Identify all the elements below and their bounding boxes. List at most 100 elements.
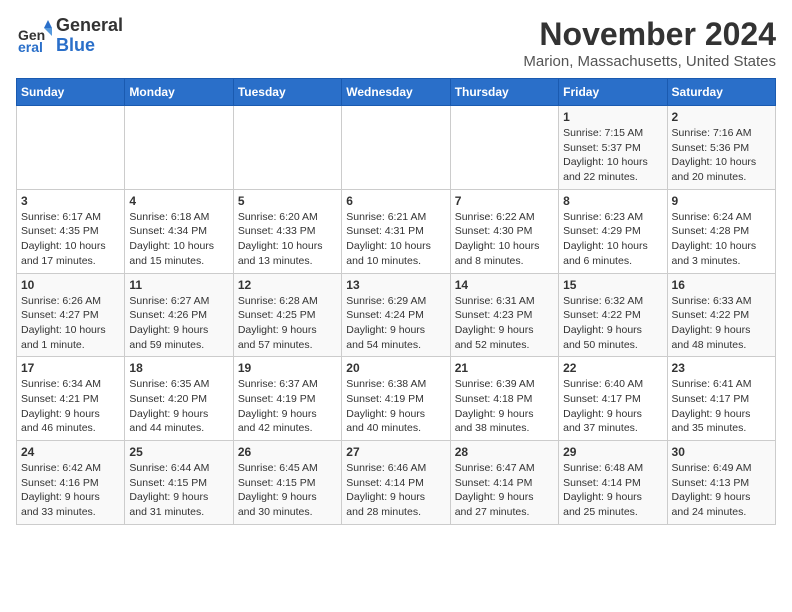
day-info: Sunrise: 6:29 AM Sunset: 4:24 PM Dayligh… [346,294,445,353]
logo: Gen eral General Blue [16,16,123,56]
day-info: Sunrise: 6:47 AM Sunset: 4:14 PM Dayligh… [455,461,554,520]
day-cell: 19Sunrise: 6:37 AM Sunset: 4:19 PM Dayli… [233,357,341,441]
month-year: November 2024 [523,16,776,53]
day-cell: 22Sunrise: 6:40 AM Sunset: 4:17 PM Dayli… [559,357,667,441]
day-cell: 7 Sunrise: 6:22 AM Sunset: 4:30 PM Daylig… [450,189,558,273]
day-number: 1 [563,110,662,124]
day-cell: 10Sunrise: 6:26 AM Sunset: 4:27 PM Dayli… [17,273,125,357]
day-number: 9 [672,194,771,208]
day-number: 15 [563,278,662,292]
day-cell: 16 Sunrise: 6:33 AM Sunset: 4:22 PM Dayli… [667,273,775,357]
day-number: 27 [346,445,445,459]
day-cell: 2 Sunrise: 7:16 AM Sunset: 5:36 PM Daylig… [667,106,775,190]
day-info: Sunrise: 6:37 AM Sunset: 4:19 PM Dayligh… [238,377,337,436]
day-info: Sunrise: 6:33 AM Sunset: 4:22 PM Dayligh… [672,294,771,353]
day-cell: 8 Sunrise: 6:23 AM Sunset: 4:29 PM Daylig… [559,189,667,273]
day-cell [342,106,450,190]
day-cell: 9 Sunrise: 6:24 AM Sunset: 4:28 PM Daylig… [667,189,775,273]
day-info: Sunrise: 6:17 AM Sunset: 4:35 PM Dayligh… [21,210,120,269]
day-info: Sunrise: 6:44 AM Sunset: 4:15 PM Dayligh… [129,461,228,520]
day-cell: 6 Sunrise: 6:21 AM Sunset: 4:31 PM Daylig… [342,189,450,273]
day-info: Sunrise: 6:24 AM Sunset: 4:28 PM Dayligh… [672,210,771,269]
column-header-tuesday: Tuesday [233,79,341,106]
day-number: 14 [455,278,554,292]
day-info: Sunrise: 6:41 AM Sunset: 4:17 PM Dayligh… [672,377,771,436]
day-cell: 26Sunrise: 6:45 AM Sunset: 4:15 PM Dayli… [233,441,341,525]
logo-text: General Blue [56,16,123,56]
day-cell [233,106,341,190]
column-header-friday: Friday [559,79,667,106]
day-number: 23 [672,361,771,375]
title-block: November 2024 Marion, Massachusetts, Uni… [523,16,776,70]
day-number: 6 [346,194,445,208]
day-cell: 21Sunrise: 6:39 AM Sunset: 4:18 PM Dayli… [450,357,558,441]
day-cell: 13Sunrise: 6:29 AM Sunset: 4:24 PM Dayli… [342,273,450,357]
day-info: Sunrise: 6:28 AM Sunset: 4:25 PM Dayligh… [238,294,337,353]
week-row-2: 3 Sunrise: 6:17 AM Sunset: 4:35 PM Daylig… [17,189,776,273]
day-number: 28 [455,445,554,459]
day-number: 16 [672,278,771,292]
day-number: 30 [672,445,771,459]
day-cell: 27 Sunrise: 6:46 AM Sunset: 4:14 PM Dayli… [342,441,450,525]
column-header-monday: Monday [125,79,233,106]
day-cell: 14 Sunrise: 6:31 AM Sunset: 4:23 PM Dayli… [450,273,558,357]
day-info: Sunrise: 6:18 AM Sunset: 4:34 PM Dayligh… [129,210,228,269]
day-cell: 3 Sunrise: 6:17 AM Sunset: 4:35 PM Daylig… [17,189,125,273]
day-info: Sunrise: 6:26 AM Sunset: 4:27 PM Dayligh… [21,294,120,353]
day-cell: 11Sunrise: 6:27 AM Sunset: 4:26 PM Dayli… [125,273,233,357]
day-cell [125,106,233,190]
svg-text:eral: eral [18,39,43,54]
day-cell: 15 Sunrise: 6:32 AM Sunset: 4:22 PM Dayli… [559,273,667,357]
day-info: Sunrise: 6:38 AM Sunset: 4:19 PM Dayligh… [346,377,445,436]
day-info: Sunrise: 6:21 AM Sunset: 4:31 PM Dayligh… [346,210,445,269]
day-cell: 4 Sunrise: 6:18 AM Sunset: 4:34 PM Daylig… [125,189,233,273]
day-info: Sunrise: 6:32 AM Sunset: 4:22 PM Dayligh… [563,294,662,353]
day-info: Sunrise: 6:31 AM Sunset: 4:23 PM Dayligh… [455,294,554,353]
day-info: Sunrise: 6:48 AM Sunset: 4:14 PM Dayligh… [563,461,662,520]
day-number: 17 [21,361,120,375]
day-cell: 28 Sunrise: 6:47 AM Sunset: 4:14 PM Dayli… [450,441,558,525]
column-header-thursday: Thursday [450,79,558,106]
day-info: Sunrise: 6:45 AM Sunset: 4:15 PM Dayligh… [238,461,337,520]
day-number: 24 [21,445,120,459]
week-row-3: 10Sunrise: 6:26 AM Sunset: 4:27 PM Dayli… [17,273,776,357]
day-number: 3 [21,194,120,208]
column-header-sunday: Sunday [17,79,125,106]
column-header-wednesday: Wednesday [342,79,450,106]
day-number: 12 [238,278,337,292]
day-info: Sunrise: 7:15 AM Sunset: 5:37 PM Dayligh… [563,126,662,185]
day-info: Sunrise: 6:20 AM Sunset: 4:33 PM Dayligh… [238,210,337,269]
day-number: 21 [455,361,554,375]
day-info: Sunrise: 6:34 AM Sunset: 4:21 PM Dayligh… [21,377,120,436]
calendar-body: 1 Sunrise: 7:15 AM Sunset: 5:37 PM Daylig… [17,106,776,525]
day-number: 5 [238,194,337,208]
header: Gen eral General Blue November 2024 Mari… [16,16,776,70]
day-cell: 12 Sunrise: 6:28 AM Sunset: 4:25 PM Dayli… [233,273,341,357]
day-info: Sunrise: 7:16 AM Sunset: 5:36 PM Dayligh… [672,126,771,185]
day-number: 7 [455,194,554,208]
day-info: Sunrise: 6:35 AM Sunset: 4:20 PM Dayligh… [129,377,228,436]
day-number: 8 [563,194,662,208]
logo-icon: Gen eral [16,18,52,54]
column-header-saturday: Saturday [667,79,775,106]
day-number: 4 [129,194,228,208]
day-number: 18 [129,361,228,375]
day-cell: 25 Sunrise: 6:44 AM Sunset: 4:15 PM Dayli… [125,441,233,525]
day-cell: 17 Sunrise: 6:34 AM Sunset: 4:21 PM Dayli… [17,357,125,441]
day-info: Sunrise: 6:23 AM Sunset: 4:29 PM Dayligh… [563,210,662,269]
day-info: Sunrise: 6:40 AM Sunset: 4:17 PM Dayligh… [563,377,662,436]
day-cell: 5 Sunrise: 6:20 AM Sunset: 4:33 PM Daylig… [233,189,341,273]
day-info: Sunrise: 6:46 AM Sunset: 4:14 PM Dayligh… [346,461,445,520]
day-number: 25 [129,445,228,459]
day-number: 2 [672,110,771,124]
day-number: 29 [563,445,662,459]
day-number: 11 [129,278,228,292]
day-info: Sunrise: 6:22 AM Sunset: 4:30 PM Dayligh… [455,210,554,269]
day-cell: 24 Sunrise: 6:42 AM Sunset: 4:16 PM Dayli… [17,441,125,525]
header-row: SundayMondayTuesdayWednesdayThursdayFrid… [17,79,776,106]
day-cell: 18 Sunrise: 6:35 AM Sunset: 4:20 PM Dayli… [125,357,233,441]
day-info: Sunrise: 6:42 AM Sunset: 4:16 PM Dayligh… [21,461,120,520]
day-number: 20 [346,361,445,375]
day-cell: 29 Sunrise: 6:48 AM Sunset: 4:14 PM Dayli… [559,441,667,525]
day-cell: 30Sunrise: 6:49 AM Sunset: 4:13 PM Dayli… [667,441,775,525]
